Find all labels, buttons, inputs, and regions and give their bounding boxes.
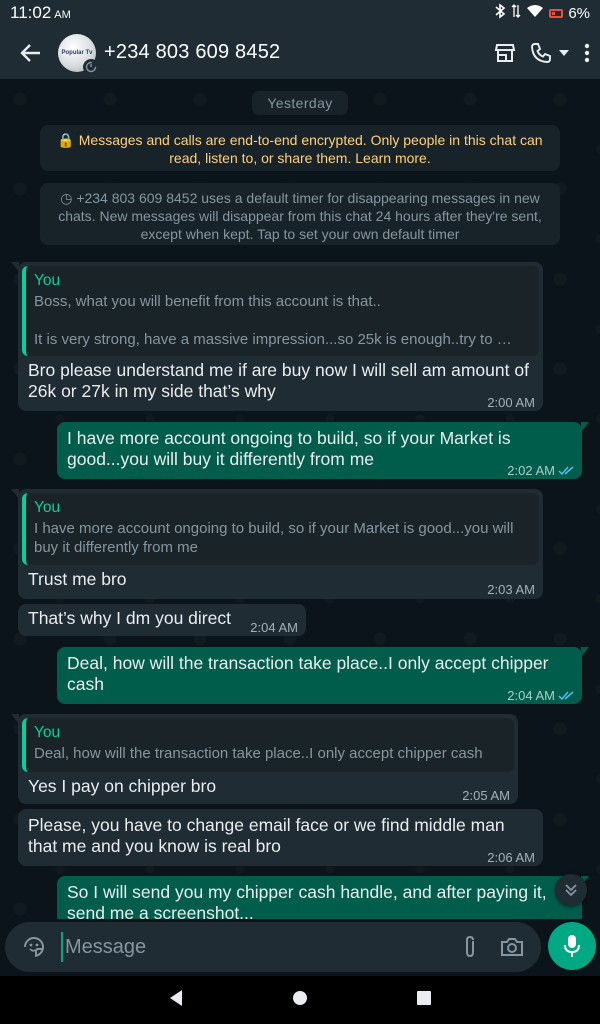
avatar[interactable]: Popular Tv: [58, 33, 99, 75]
message-incoming[interactable]: You I have more account ongoing to build…: [11, 489, 543, 600]
message-input[interactable]: [61, 932, 453, 962]
quote-text: I have more account ongoing to build, so…: [34, 520, 514, 556]
camera-icon: [501, 938, 523, 956]
system-navigation-bar: [0, 976, 600, 1024]
message-incoming[interactable]: That’s why I dm you direct 2:04 AM: [18, 604, 306, 636]
battery-percent: 6%: [568, 4, 590, 22]
nav-home-button[interactable]: [292, 990, 308, 1011]
contact-name[interactable]: +234 803 609 8452: [104, 41, 280, 64]
double-chevron-down-icon: [565, 884, 577, 897]
data-arrows-icon: [511, 4, 521, 22]
status-time-ampm: AM: [54, 9, 71, 21]
message-text: Trust me bro: [28, 569, 127, 589]
header-actions: [494, 38, 590, 68]
avatar-text: Popular Tv: [61, 49, 93, 56]
message-time: 2:03 AM: [487, 579, 535, 600]
timer-notice-text: +234 803 609 8452 uses a default timer f…: [58, 190, 542, 242]
double-check-icon: [558, 690, 574, 700]
message-time: 2:04 AM: [507, 685, 574, 706]
message-text: Bro please understand me if are buy now …: [28, 360, 529, 401]
chat-header: Popular Tv +234 803 609 8452: [0, 26, 600, 79]
quote-author: You: [34, 724, 61, 741]
scroll-to-bottom-button[interactable]: [555, 874, 587, 906]
status-time: 11:02 AM: [10, 3, 71, 23]
sticker-icon: [24, 937, 44, 958]
quote-text: It is very strong, have a massive impres…: [34, 331, 512, 348]
message-incoming[interactable]: You Boss, what you will benefit from thi…: [11, 262, 543, 413]
message-outgoing[interactable]: I have more account ongoing to build, so…: [57, 422, 589, 481]
paperclip-icon: [466, 935, 474, 958]
battery-icon: [549, 8, 564, 18]
message-text: Please, you have to change email face or…: [28, 815, 505, 856]
message-time-value: 2:04 AM: [250, 620, 298, 635]
message-time-value: 2:04 AM: [507, 688, 555, 703]
message-time-value: 2:00 AM: [487, 395, 535, 410]
message-composer: [5, 922, 541, 972]
quote-text: Boss, what you will benefit from this ac…: [34, 293, 381, 310]
bluetooth-icon: [494, 3, 506, 23]
message-time: 2:00 AM: [487, 392, 535, 413]
triangle-back-icon: [170, 989, 182, 1006]
status-bar: 11:02 AM 6%: [0, 0, 600, 26]
disappearing-messages-notice[interactable]: ◷ +234 803 609 8452 uses a default timer…: [40, 183, 560, 245]
wifi-icon: [526, 4, 544, 22]
camera-button[interactable]: [495, 930, 529, 964]
message-outgoing[interactable]: Deal, how will the transaction take plac…: [57, 647, 589, 706]
back-button[interactable]: [10, 32, 52, 74]
more-options-button[interactable]: [584, 38, 590, 68]
status-icons: 6%: [494, 3, 590, 23]
square-recents-icon: [417, 990, 431, 1005]
nav-recents-button[interactable]: [416, 990, 432, 1011]
more-vert-icon: [584, 43, 590, 62]
voice-call-button[interactable]: [530, 38, 570, 68]
disappearing-timer-icon: [83, 58, 99, 75]
quoted-message[interactable]: You Deal, how will the transaction take …: [22, 718, 514, 772]
message-time: 2:04 AM: [250, 617, 298, 638]
status-time-value: 11:02: [10, 3, 52, 22]
arrow-back-icon: [20, 43, 40, 62]
composer-bar: [0, 919, 600, 976]
message-time-value: 2:05 AM: [462, 788, 510, 803]
message-time-value: 2:06 AM: [487, 850, 535, 865]
nav-back-button[interactable]: [168, 989, 184, 1012]
shop-icon[interactable]: [494, 38, 516, 68]
message-time: 2:05 AM: [462, 785, 510, 806]
attach-button[interactable]: [453, 930, 487, 964]
quote-author: You: [34, 272, 61, 289]
encryption-notice[interactable]: 🔒 Messages and calls are end-to-end encr…: [40, 125, 560, 171]
quoted-message[interactable]: You Boss, what you will benefit from thi…: [22, 266, 539, 356]
voice-message-button[interactable]: [548, 922, 596, 970]
timer-icon: ◷: [60, 190, 77, 206]
message-incoming[interactable]: Please, you have to change email face or…: [18, 809, 543, 866]
quote-author: You: [34, 499, 61, 516]
circle-home-icon: [293, 990, 307, 1005]
message-time: 2:02 AM: [507, 460, 574, 481]
message-incoming[interactable]: You Deal, how will the transaction take …: [11, 714, 518, 806]
quoted-message[interactable]: You I have more account ongoing to build…: [22, 493, 539, 565]
message-text: Yes I pay on chipper bro: [28, 776, 217, 796]
message-text: So I will send you my chipper cash handl…: [67, 882, 547, 919]
message-time: 2:06 AM: [487, 847, 535, 868]
date-separator: Yesterday: [252, 91, 348, 115]
message-text: I have more account ongoing to build, so…: [67, 428, 511, 469]
microphone-icon: [564, 935, 580, 957]
caret-down-icon: [559, 49, 569, 56]
emoji-sticker-button[interactable]: [17, 930, 51, 964]
double-check-icon: [558, 465, 574, 475]
chat-area[interactable]: Yesterday 🔒 Messages and calls are end-t…: [0, 79, 600, 919]
phone-icon: [531, 42, 551, 63]
message-time-value: 2:03 AM: [487, 582, 535, 597]
quote-text: Deal, how will the transaction take plac…: [34, 745, 483, 762]
message-text: Deal, how will the transaction take plac…: [67, 653, 549, 694]
message-outgoing[interactable]: So I will send you my chipper cash handl…: [57, 876, 589, 919]
message-time-value: 2:02 AM: [507, 463, 555, 478]
